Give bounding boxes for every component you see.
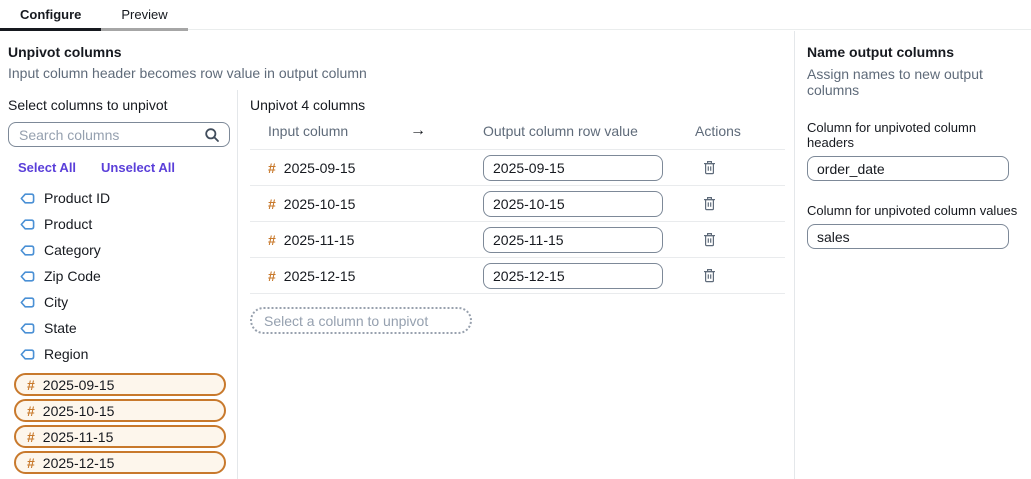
- column-selector-pane: Select columns to unpivot Select All U: [0, 90, 238, 479]
- tab-bar: Configure Preview: [0, 0, 1031, 31]
- delete-row-button[interactable]: [699, 194, 720, 213]
- search-box: [8, 122, 229, 147]
- string-type-icon: [20, 297, 35, 308]
- available-column-list: Product ID Product Categor: [8, 185, 229, 367]
- output-row-value-input[interactable]: [483, 191, 663, 217]
- input-column-name: 2025-11-15: [284, 232, 355, 248]
- string-type-icon: [20, 219, 35, 230]
- page-title: Unpivot columns: [8, 44, 786, 60]
- selected-column-pill[interactable]: # 2025-11-15: [14, 425, 226, 448]
- column-item-label: Region: [44, 346, 88, 362]
- input-column-name: 2025-10-15: [284, 196, 356, 212]
- selected-column-label: 2025-10-15: [43, 403, 115, 419]
- tab-preview-label: Preview: [121, 7, 167, 22]
- number-type-icon: #: [268, 269, 276, 283]
- arrow-icon: →: [410, 122, 483, 140]
- column-item-label: Category: [44, 242, 101, 258]
- selected-column-label: 2025-11-15: [43, 429, 114, 445]
- selected-column-pill[interactable]: # 2025-09-15: [14, 373, 226, 396]
- output-row-value-input[interactable]: [483, 227, 663, 253]
- selector-title: Select columns to unpivot: [8, 97, 229, 113]
- column-item-product[interactable]: Product: [8, 211, 229, 237]
- delete-row-button[interactable]: [699, 266, 720, 285]
- mapping-table-header: Input column → Output column row value A…: [250, 113, 785, 150]
- tab-configure-label: Configure: [20, 7, 81, 22]
- select-all-link[interactable]: Select All: [18, 160, 76, 175]
- add-unpivot-column-button[interactable]: Select a column to unpivot: [250, 307, 472, 334]
- column-item-label: State: [44, 320, 77, 336]
- output-panel-title: Name output columns: [807, 44, 1019, 60]
- unpivot-mapping-pane: Unpivot 4 columns Input column → Output …: [238, 90, 795, 479]
- header-column-name-input[interactable]: [807, 156, 1009, 181]
- search-input[interactable]: [8, 122, 230, 147]
- mapping-row: # 2025-09-15: [250, 150, 785, 186]
- number-type-icon: #: [27, 456, 35, 470]
- input-column-name: 2025-12-15: [284, 268, 356, 284]
- column-item-city[interactable]: City: [8, 289, 229, 315]
- string-type-icon: [20, 323, 35, 334]
- value-column-name-input[interactable]: [807, 224, 1009, 249]
- selected-column-pill[interactable]: # 2025-12-15: [14, 451, 226, 474]
- name-output-columns-panel: Name output columns Assign names to new …: [795, 31, 1031, 479]
- column-item-label: Zip Code: [44, 268, 101, 284]
- string-type-icon: [20, 271, 35, 282]
- input-column-cell: # 2025-10-15: [268, 196, 410, 212]
- output-row-value-input[interactable]: [483, 263, 663, 289]
- column-item-zip-code[interactable]: Zip Code: [8, 263, 229, 289]
- selected-column-label: 2025-09-15: [43, 377, 115, 393]
- unpivot-config-region: Unpivot columns Input column header beco…: [0, 31, 795, 479]
- unselect-all-link[interactable]: Unselect All: [101, 160, 175, 175]
- string-type-icon: [20, 245, 35, 256]
- bulk-select-links: Select All Unselect All: [18, 160, 229, 175]
- trash-icon: [703, 160, 716, 175]
- column-item-label: Product ID: [44, 190, 110, 206]
- string-type-icon: [20, 349, 35, 360]
- unpivot-count-title: Unpivot 4 columns: [250, 97, 785, 113]
- mapping-row: # 2025-12-15: [250, 258, 785, 294]
- number-type-icon: #: [268, 197, 276, 211]
- output-row-value-input[interactable]: [483, 155, 663, 181]
- trash-icon: [703, 268, 716, 283]
- column-item-region[interactable]: Region: [8, 341, 229, 367]
- page-subtitle: Input column header becomes row value in…: [8, 65, 786, 81]
- search-icon: [204, 127, 220, 146]
- column-item-label: Product: [44, 216, 92, 232]
- column-item-product-id[interactable]: Product ID: [8, 185, 229, 211]
- tab-configure[interactable]: Configure: [0, 0, 101, 31]
- number-type-icon: #: [27, 378, 35, 392]
- selected-column-pill[interactable]: # 2025-10-15: [14, 399, 226, 422]
- actions-header: Actions: [695, 123, 785, 139]
- column-item-state[interactable]: State: [8, 315, 229, 341]
- input-column-cell: # 2025-11-15: [268, 232, 410, 248]
- trash-icon: [703, 196, 716, 211]
- column-item-label: City: [44, 294, 68, 310]
- unpivot-configure-page: Configure Preview Unpivot columns Input …: [0, 0, 1031, 479]
- number-type-icon: #: [268, 161, 276, 175]
- delete-row-button[interactable]: [699, 158, 720, 177]
- mapping-row: # 2025-10-15: [250, 186, 785, 222]
- output-panel-subtitle: Assign names to new output columns: [807, 66, 1019, 98]
- trash-icon: [703, 232, 716, 247]
- number-type-icon: #: [27, 430, 35, 444]
- number-type-icon: #: [268, 233, 276, 247]
- selected-column-label: 2025-12-15: [43, 455, 115, 471]
- number-type-icon: #: [27, 404, 35, 418]
- column-item-category[interactable]: Category: [8, 237, 229, 263]
- header-column-label: Column for unpivoted column headers: [807, 120, 1019, 150]
- selected-column-list: # 2025-09-15 # 2025-10-15 # 2025-11-15: [8, 373, 229, 474]
- input-column-cell: # 2025-12-15: [268, 268, 410, 284]
- input-column-cell: # 2025-09-15: [268, 160, 410, 176]
- input-column-header: Input column: [268, 123, 410, 139]
- mapping-row: # 2025-11-15: [250, 222, 785, 258]
- value-column-label: Column for unpivoted column values: [807, 203, 1019, 218]
- section-header: Unpivot columns Input column header beco…: [0, 31, 794, 90]
- tab-preview[interactable]: Preview: [101, 0, 187, 31]
- input-column-name: 2025-09-15: [284, 160, 356, 176]
- output-column-header: Output column row value: [483, 123, 695, 139]
- delete-row-button[interactable]: [699, 230, 720, 249]
- string-type-icon: [20, 193, 35, 204]
